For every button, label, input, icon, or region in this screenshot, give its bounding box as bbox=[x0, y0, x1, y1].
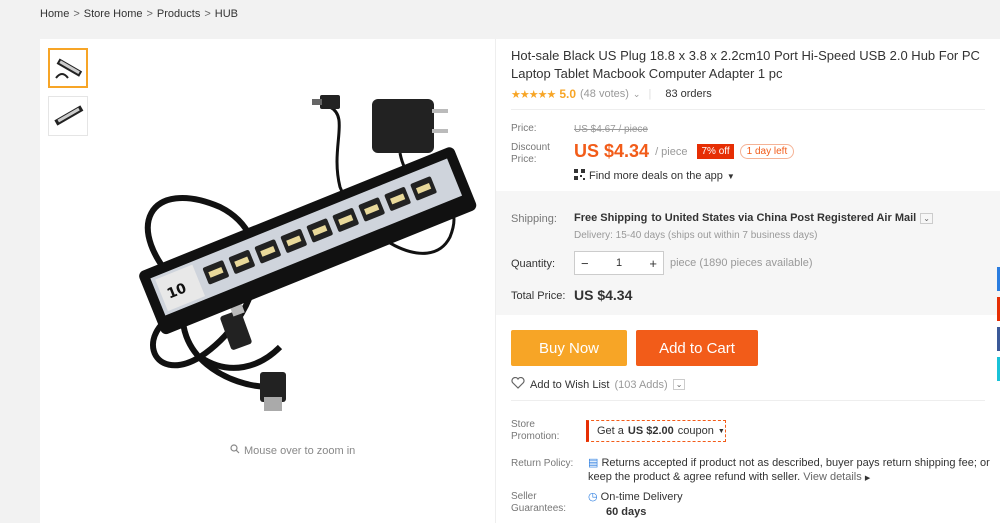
shipping-label: Shipping: bbox=[511, 213, 557, 225]
current-price: US $4.34 bbox=[574, 141, 650, 161]
divider bbox=[511, 400, 985, 401]
discount-label-line1: Discount bbox=[511, 142, 550, 153]
quantity-stepper[interactable]: − 1 + bbox=[574, 251, 664, 275]
caret-down-icon: ▼ bbox=[717, 427, 725, 435]
caret-down-icon: ▼ bbox=[726, 171, 735, 181]
discount-label-line2: Price: bbox=[511, 154, 537, 165]
guarantee-days: 60 days bbox=[606, 506, 647, 518]
total-price: US $4.34 bbox=[574, 287, 633, 303]
wishlist-button[interactable]: Add to Wish List (103 Adds) ⌄ bbox=[511, 376, 686, 392]
return-policy: ▤ Returns accepted if product not as des… bbox=[588, 456, 993, 486]
zoom-hint-text: Mouse over to zoom in bbox=[244, 444, 356, 457]
return-policy-text: Returns accepted if product not as descr… bbox=[588, 457, 990, 483]
availability-text: piece (1890 pieces available) bbox=[670, 257, 813, 269]
shipping-section bbox=[496, 191, 1000, 315]
shipping-free: Free Shipping bbox=[574, 212, 648, 224]
price-row: US $4.34 / piece 7% off 1 day left bbox=[574, 141, 795, 162]
discount-price-label: Discount Price: bbox=[511, 142, 550, 166]
guarantee-title: On-time Delivery bbox=[600, 491, 683, 503]
guarantee-label-line1: Seller bbox=[511, 491, 537, 502]
wishlist-text: Add to Wish List bbox=[530, 378, 610, 391]
store-promotion-label: Store Promotion: bbox=[511, 419, 559, 443]
app-deals-link[interactable]: Find more deals on the app ▼ bbox=[574, 169, 735, 183]
thumbnail-2[interactable] bbox=[48, 96, 88, 136]
product-info: Hot-sale Black US Plug 18.8 x 3.8 x 2.2c… bbox=[495, 39, 1000, 523]
plus-button[interactable]: + bbox=[649, 256, 657, 271]
breadcrumb-separator: > bbox=[73, 8, 80, 20]
discount-badge: 7% off bbox=[697, 144, 734, 159]
product-main-image[interactable]: 10 bbox=[110, 57, 490, 437]
qr-code-icon bbox=[574, 169, 585, 183]
coupon-prefix: Get a bbox=[597, 425, 624, 437]
shipping-method[interactable]: Free Shipping to United States via China… bbox=[574, 212, 933, 224]
breadcrumb-home[interactable]: Home bbox=[40, 8, 69, 20]
delivery-estimate: Delivery: 15-40 days (ships out within 7… bbox=[574, 230, 818, 241]
breadcrumb-store-home[interactable]: Store Home bbox=[84, 8, 143, 20]
breadcrumb-hub[interactable]: HUB bbox=[215, 8, 238, 20]
zoom-hint: Mouse over to zoom in bbox=[230, 444, 355, 457]
promo-label-line2: Promotion: bbox=[511, 431, 560, 442]
return-policy-icon: ▤ bbox=[588, 457, 599, 469]
view-details-link[interactable]: View details bbox=[803, 471, 862, 483]
quantity-input[interactable]: 1 bbox=[616, 257, 622, 269]
rating-score: 5.0 bbox=[559, 87, 576, 101]
coupon-suffix: coupon bbox=[677, 425, 714, 437]
app-deals-text: Find more deals on the app bbox=[589, 170, 723, 182]
magnifier-icon bbox=[230, 444, 240, 457]
seller-guarantee: ◷ On-time Delivery 60 days bbox=[588, 490, 683, 520]
star-rating-icon: ★★★★★ bbox=[511, 88, 556, 101]
time-left-badge: 1 day left bbox=[739, 144, 795, 159]
thumbnail-1[interactable] bbox=[48, 48, 88, 88]
original-price: US $4.67 / piece bbox=[574, 124, 648, 135]
add-to-cart-button[interactable]: Add to Cart bbox=[636, 330, 758, 366]
coupon-amount: US $2.00 bbox=[627, 425, 674, 437]
chevron-down-icon[interactable]: ⌄ bbox=[633, 89, 641, 100]
shipping-route: to United States via China Post Register… bbox=[651, 212, 917, 224]
coupon-button[interactable]: Get a US $2.00 coupon ▼ bbox=[586, 420, 726, 442]
breadcrumb: Home > Store Home > Products > HUB bbox=[40, 8, 238, 20]
product-card: 10 Mouse over to zoom in Hot-sale Black … bbox=[40, 39, 1000, 523]
seller-guarantees-label: Seller Guarantees: bbox=[511, 491, 566, 515]
caret-right-icon: ▶ bbox=[864, 475, 871, 482]
breadcrumb-products[interactable]: Products bbox=[157, 8, 200, 20]
breadcrumb-separator: > bbox=[204, 8, 211, 20]
product-title: Hot-sale Black US Plug 18.8 x 3.8 x 2.2c… bbox=[511, 48, 980, 81]
heart-icon bbox=[511, 376, 525, 392]
order-count: 83 orders bbox=[665, 88, 712, 100]
divider: | bbox=[648, 88, 652, 100]
guarantee-label-line2: Guarantees: bbox=[511, 503, 567, 514]
minus-button[interactable]: − bbox=[581, 256, 589, 271]
price-label: Price: bbox=[511, 123, 537, 134]
breadcrumb-separator: > bbox=[146, 8, 153, 20]
clock-icon: ◷ bbox=[588, 491, 598, 503]
chevron-down-icon[interactable]: ⌄ bbox=[920, 212, 933, 224]
quantity-label: Quantity: bbox=[511, 258, 556, 270]
rating-row: ★★★★★ 5.0 (48 votes) ⌄ | 83 orders bbox=[511, 87, 712, 101]
divider bbox=[511, 109, 985, 110]
promo-label-line1: Store bbox=[511, 419, 535, 430]
thumbnail-list bbox=[48, 48, 88, 136]
total-price-label: Total Price: bbox=[511, 290, 566, 302]
buy-now-button[interactable]: Buy Now bbox=[511, 330, 627, 366]
return-policy-label: Return Policy: bbox=[511, 458, 574, 469]
chevron-down-icon[interactable]: ⌄ bbox=[672, 379, 686, 390]
price-unit: / piece bbox=[655, 145, 688, 158]
rating-votes[interactable]: (48 votes) bbox=[580, 88, 629, 100]
wishlist-count: (103 Adds) bbox=[614, 378, 668, 391]
